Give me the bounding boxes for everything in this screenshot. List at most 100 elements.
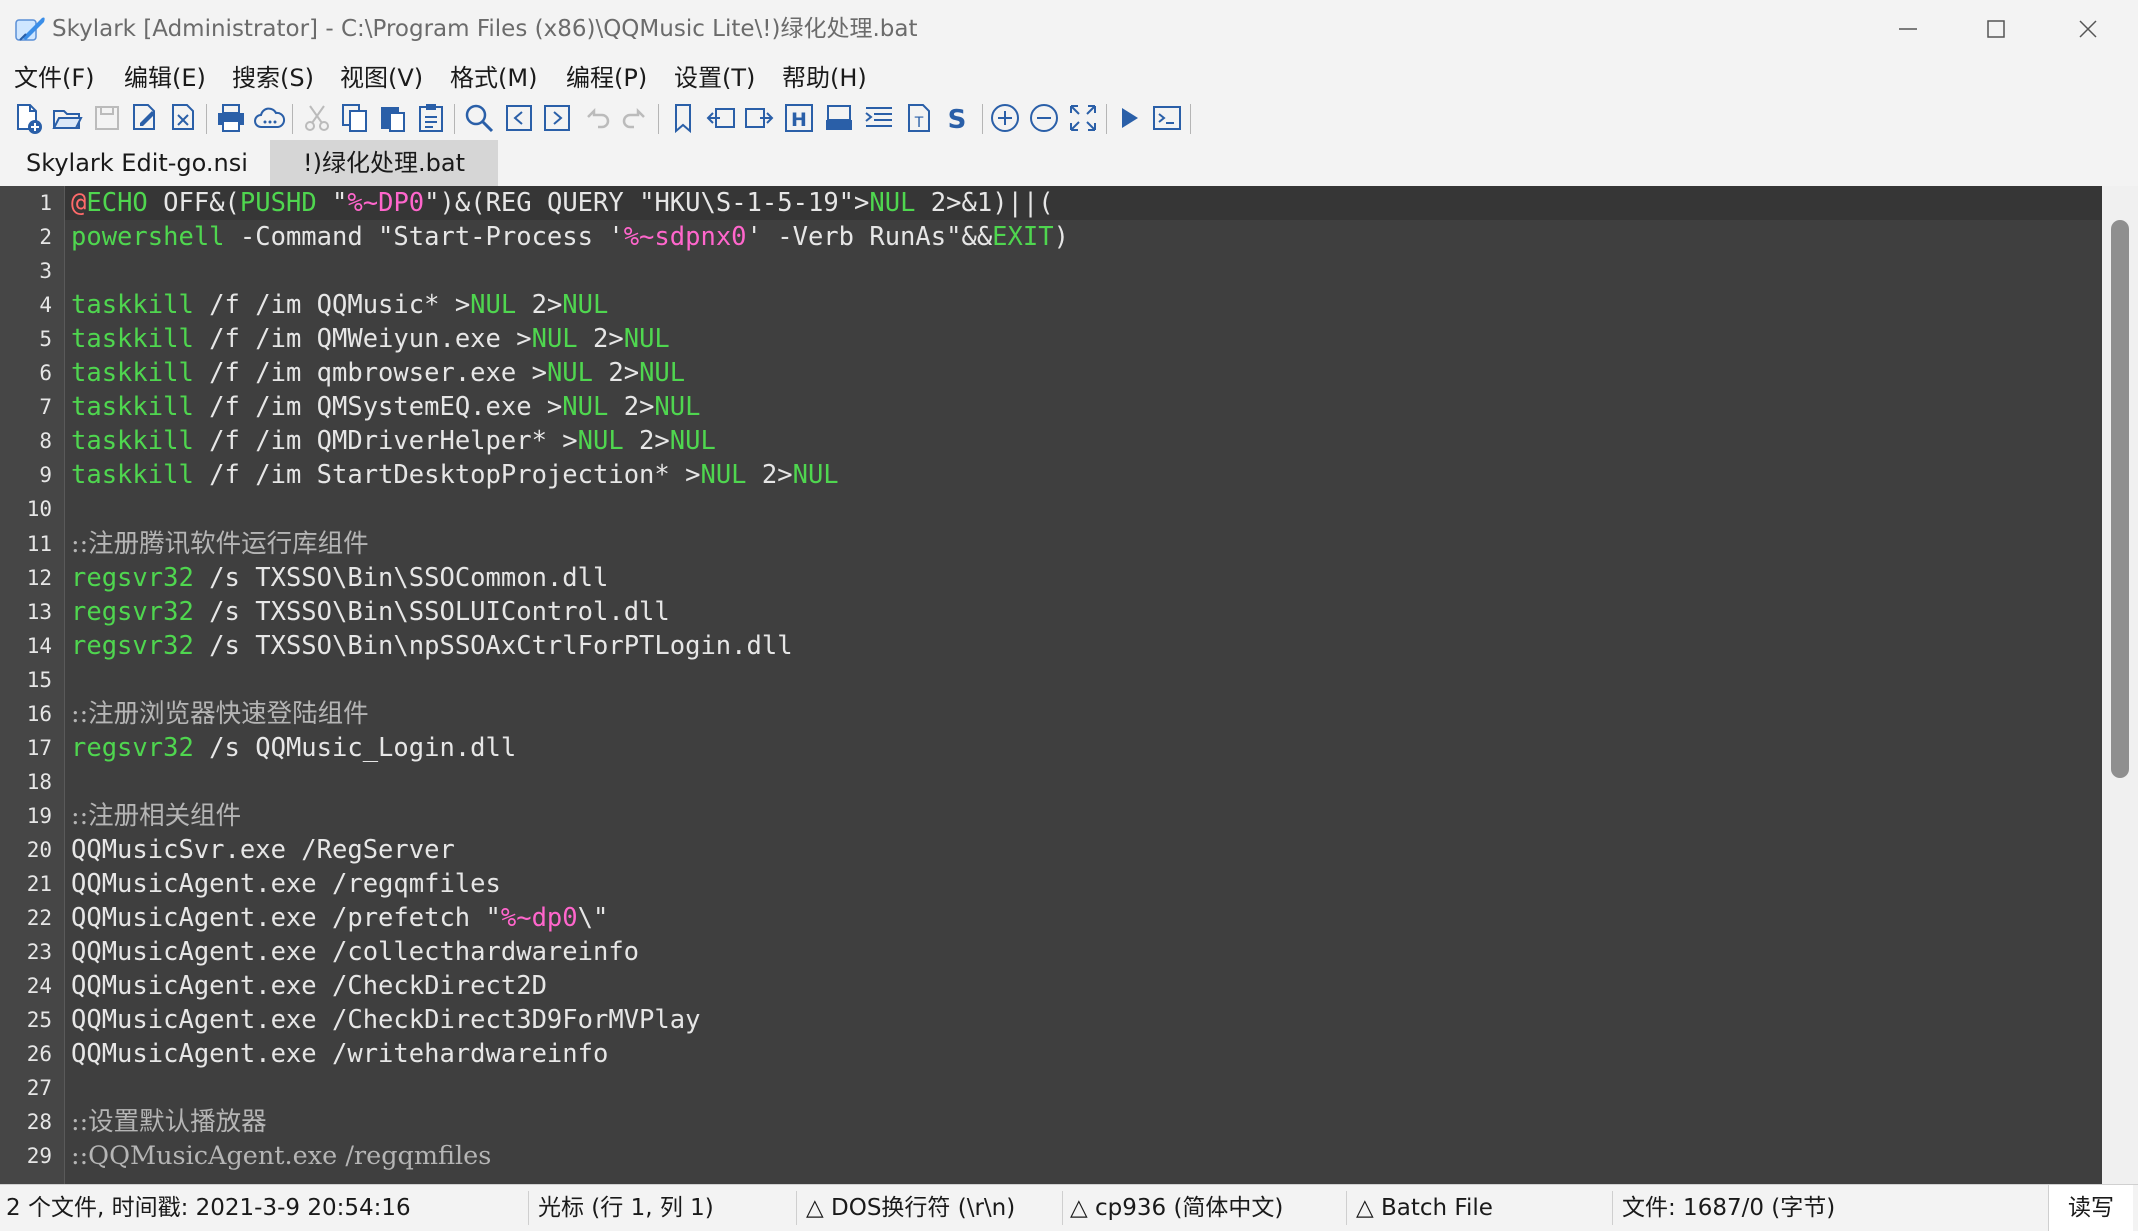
- code-line[interactable]: taskkill /f /im QMSystemEQ.exe >NUL 2>NU…: [71, 390, 700, 424]
- open-folder-icon[interactable]: [50, 101, 84, 135]
- text-file-icon[interactable]: T: [902, 101, 936, 135]
- status-line-ending[interactable]: △ DOS换行符 (\r\n): [806, 1185, 1015, 1231]
- redo-icon[interactable]: [618, 101, 652, 135]
- code-line[interactable]: QQMusicSvr.exe /RegServer: [71, 833, 455, 867]
- line-number: 21: [26, 872, 52, 896]
- code-editor[interactable]: 1 2 3 4 5 6 7 8 9 10 11 12 13 14 15 16 17 18 19 20 21 22 23 24 2…: [0, 186, 2102, 1184]
- line-number: 23: [26, 940, 52, 965]
- code-line[interactable]: powershell -Command "Start-Process '%~sd…: [71, 220, 1069, 254]
- indent-right-icon[interactable]: [742, 101, 776, 135]
- app-feather-icon: [15, 17, 45, 41]
- printer-preview-icon[interactable]: [822, 101, 856, 135]
- code-token: EXIT: [992, 222, 1054, 253]
- code-token: QQMusicAgent.exe /collecthardwareinfo: [71, 937, 640, 968]
- zoom-in-icon[interactable]: [988, 101, 1022, 135]
- find-previous-icon[interactable]: [502, 101, 536, 135]
- code-line[interactable]: taskkill /f /im QMDriverHelper* >NUL 2>N…: [71, 424, 716, 458]
- code-line[interactable]: QQMusicAgent.exe /regqmfiles: [71, 867, 501, 901]
- find-icon[interactable]: [462, 101, 496, 135]
- menu-search[interactable]: 搜索(S): [232, 58, 314, 98]
- code-line[interactable]: regsvr32 /s QQMusic_Login.dll: [71, 731, 516, 765]
- code-line[interactable]: QQMusicAgent.exe /CheckDirect2D: [71, 969, 547, 1003]
- code-line[interactable]: taskkill /f /im QMWeiyun.exe >NUL 2>NUL: [71, 322, 670, 356]
- code-token: ): [1053, 222, 1069, 253]
- menu-settings[interactable]: 设置(T): [674, 58, 755, 98]
- code-token: QQMusicAgent.exe /regqmfiles: [71, 869, 501, 899]
- console-icon[interactable]: [1150, 101, 1184, 135]
- maximize-icon: [1987, 20, 2005, 38]
- scrollbar-thumb[interactable]: [2111, 220, 2129, 778]
- code-line[interactable]: ::注册浏览器快速登陆组件: [71, 697, 369, 731]
- line-number: 5: [39, 327, 52, 352]
- code-line[interactable]: QQMusicAgent.exe /prefetch "%~dp0\": [71, 901, 608, 935]
- code-line[interactable]: @ECHO OFF&(PUSHD "%~DP0")&(REG QUERY "HK…: [71, 186, 1054, 220]
- new-file-icon[interactable]: [10, 101, 44, 135]
- minimize-button[interactable]: [1862, 0, 1954, 58]
- cut-icon[interactable]: [300, 101, 334, 135]
- save-as-icon[interactable]: [128, 101, 162, 135]
- code-token: /f /im qmbrowser.exe >: [193, 358, 547, 389]
- line-number: 9: [39, 463, 52, 488]
- code-token: regsvr32: [71, 630, 194, 661]
- code-line[interactable]: taskkill /f /im qmbrowser.exe >NUL 2>NUL: [71, 356, 685, 390]
- line-number: 14: [26, 633, 52, 658]
- code-line[interactable]: taskkill /f /im StartDesktopProjection* …: [71, 458, 839, 492]
- word-wrap-icon[interactable]: [862, 101, 896, 135]
- fullscreen-icon[interactable]: [1066, 101, 1100, 135]
- vertical-scrollbar[interactable]: [2102, 186, 2138, 1184]
- tab-skylark-edit-go[interactable]: Skylark Edit-go.nsi: [6, 140, 268, 186]
- code-line[interactable]: regsvr32 /s TXSSO\Bin\SSOCommon.dll: [71, 561, 608, 595]
- save-icon[interactable]: [90, 101, 124, 135]
- code-token: /f /im QMDriverHelper* >: [193, 426, 578, 457]
- run-icon[interactable]: [1112, 101, 1146, 135]
- bookmark-icon[interactable]: [666, 101, 700, 135]
- code-line[interactable]: QQMusicAgent.exe /CheckDirect3D9ForMVPla…: [71, 1003, 700, 1037]
- tab-greening-bat[interactable]: !)绿化处理.bat: [270, 140, 498, 186]
- hex-mode-icon[interactable]: H: [782, 101, 816, 135]
- code-token: %~DP0: [347, 188, 425, 218]
- line-number: 11: [26, 531, 52, 556]
- menu-format[interactable]: 格式(M): [450, 58, 537, 98]
- menu-file[interactable]: 文件(F): [14, 58, 95, 98]
- code-line[interactable]: QQMusicAgent.exe /collecthardwareinfo: [71, 935, 639, 969]
- code-line[interactable]: ::QQMusicAgent.exe /regqmfiles: [71, 1139, 491, 1173]
- title-bar: Skylark [Administrator] - C:\Program Fil…: [0, 0, 2138, 58]
- code-token: NUL: [669, 426, 716, 457]
- close-button[interactable]: [2042, 0, 2134, 58]
- code-line[interactable]: regsvr32 /s TXSSO\Bin\SSOLUIControl.dll: [71, 595, 670, 629]
- clipboard-icon[interactable]: [414, 101, 448, 135]
- status-read-write[interactable]: 读写: [2048, 1185, 2133, 1231]
- find-next-icon[interactable]: [540, 101, 574, 135]
- menu-programming[interactable]: 编程(P): [566, 58, 647, 98]
- line-number: 7: [39, 395, 52, 420]
- toolbar: H T S: [0, 98, 2138, 140]
- maximize-button[interactable]: [1950, 0, 2042, 58]
- print-icon[interactable]: [214, 101, 248, 135]
- cloud-icon[interactable]: [252, 101, 286, 135]
- close-icon: [2079, 20, 2097, 38]
- zoom-out-icon[interactable]: [1027, 101, 1061, 135]
- code-token: 2>&1)||(: [915, 188, 1054, 218]
- menu-view[interactable]: 视图(V): [340, 58, 423, 98]
- code-line[interactable]: regsvr32 /s TXSSO\Bin\npSSOAxCtrlForPTLo…: [71, 629, 793, 663]
- indent-left-icon[interactable]: [704, 101, 738, 135]
- copy-icon[interactable]: [338, 101, 372, 135]
- status-encoding[interactable]: △ cp936 (简体中文): [1070, 1185, 1283, 1231]
- menu-edit[interactable]: 编辑(E): [124, 58, 206, 98]
- status-bar: 2 个文件, 时间戳: 2021-3-9 20:54:16 光标 (行 1, 列…: [0, 1184, 2138, 1231]
- undo-icon[interactable]: [580, 101, 614, 135]
- code-line[interactable]: taskkill /f /im QQMusic* >NUL 2>NUL: [71, 288, 608, 322]
- code-line[interactable]: ::注册相关组件: [71, 799, 241, 833]
- code-line[interactable]: ::注册腾讯软件运行库组件: [71, 527, 369, 561]
- code-line[interactable]: QQMusicAgent.exe /writehardwareinfo: [71, 1037, 608, 1071]
- svg-text:S: S: [948, 105, 967, 135]
- code-line[interactable]: ::设置默认播放器: [71, 1105, 267, 1139]
- s-tool-icon[interactable]: S: [940, 101, 974, 135]
- code-token: QQMusicAgent.exe /CheckDirect3D9ForMVPla…: [71, 1005, 701, 1036]
- line-number: 15: [26, 667, 52, 692]
- close-file-icon[interactable]: [166, 101, 200, 135]
- paste-icon[interactable]: [376, 101, 410, 135]
- line-number: 19: [26, 803, 52, 828]
- status-file-type[interactable]: △ Batch File: [1356, 1185, 1493, 1231]
- menu-help[interactable]: 帮助(H): [782, 58, 867, 98]
